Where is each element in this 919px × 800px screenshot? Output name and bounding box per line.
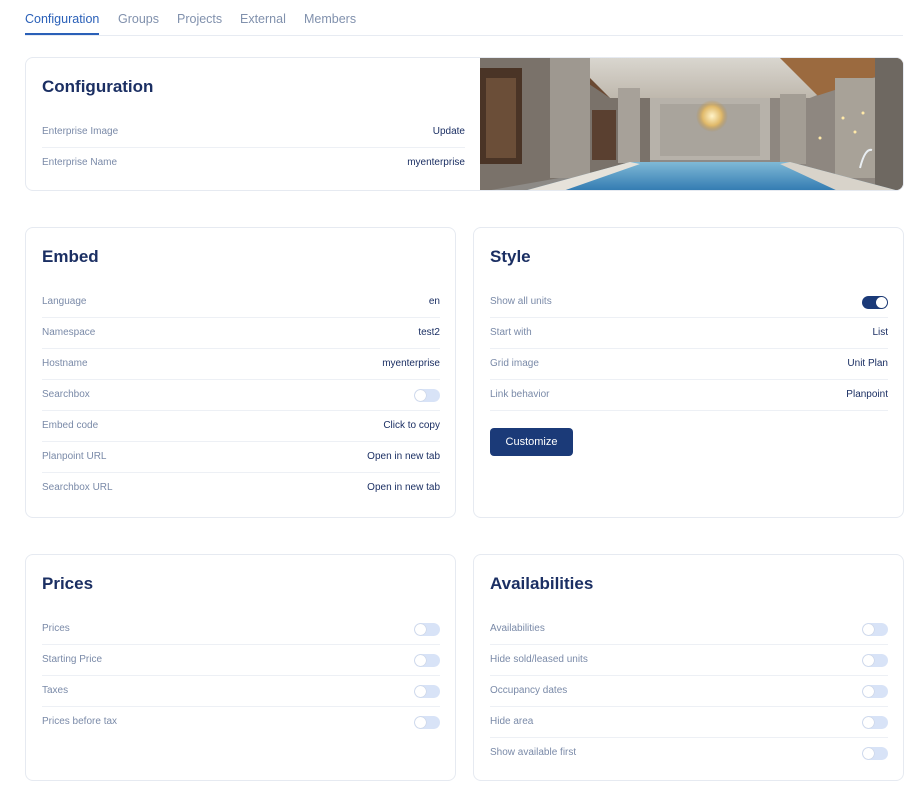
enterprise-image-label: Enterprise Image [42, 126, 119, 137]
planpoint-url-link[interactable]: Open in new tab [367, 451, 440, 462]
tab-groups[interactable]: Groups [118, 12, 159, 26]
configuration-title: Configuration [42, 77, 154, 96]
style-rows: Show all units Start with List Grid imag… [490, 287, 888, 411]
availabilities-title: Availabilities [490, 574, 594, 593]
embed-rows: Language en Namespace test2 Hostname mye… [42, 287, 440, 504]
tab-bar: Configuration Groups Projects External M… [25, 0, 903, 36]
hide-sold-leased-toggle[interactable] [862, 654, 888, 667]
start-with-label: Start with [490, 327, 532, 338]
namespace-label: Namespace [42, 327, 96, 338]
prices-rows: Prices Starting Price Taxes Prices befor… [42, 614, 440, 738]
show-available-first-toggle[interactable] [862, 747, 888, 760]
language-label: Language [42, 296, 87, 307]
prices-label: Prices [42, 623, 70, 634]
hide-area-toggle[interactable] [862, 716, 888, 729]
language-value[interactable]: en [429, 296, 440, 307]
prices-title: Prices [42, 574, 94, 593]
style-title: Style [490, 247, 531, 266]
taxes-label: Taxes [42, 685, 69, 696]
row-starting-price: Starting Price [42, 645, 440, 676]
update-image-link[interactable]: Update [433, 126, 465, 137]
row-enterprise-name: Enterprise Name myenterprise [42, 148, 465, 179]
tab-external[interactable]: External [240, 12, 286, 26]
prices-toggle[interactable] [414, 623, 440, 636]
availabilities-rows: Availabilities Hide sold/leased units Oc… [490, 614, 888, 769]
row-searchbox: Searchbox [42, 380, 440, 411]
embed-title: Embed [42, 247, 99, 266]
starting-price-toggle[interactable] [414, 654, 440, 667]
row-link-behavior: Link behavior Planpoint [490, 380, 888, 411]
tab-projects[interactable]: Projects [177, 12, 222, 26]
prices-card: Prices Prices Starting Price Taxes Price… [25, 554, 456, 781]
enterprise-image [480, 58, 903, 190]
link-behavior-label: Link behavior [490, 389, 550, 400]
row-start-with: Start with List [490, 318, 888, 349]
occupancy-dates-label: Occupancy dates [490, 685, 568, 696]
configuration-rows: Enterprise Image Update Enterprise Name … [42, 117, 465, 179]
row-grid-image: Grid image Unit Plan [490, 349, 888, 380]
copy-embed-code-link[interactable]: Click to copy [383, 420, 440, 431]
hostname-value[interactable]: myenterprise [382, 358, 440, 369]
enterprise-name-value[interactable]: myenterprise [407, 157, 465, 168]
row-prices-before-tax: Prices before tax [42, 707, 440, 738]
customize-button[interactable]: Customize [490, 428, 573, 456]
hostname-label: Hostname [42, 358, 88, 369]
show-available-first-label: Show available first [490, 747, 577, 758]
embed-code-label: Embed code [42, 420, 99, 431]
namespace-value[interactable]: test2 [418, 327, 440, 338]
show-all-units-toggle[interactable] [862, 296, 888, 309]
grid-image-label: Grid image [490, 358, 539, 369]
row-show-all-units: Show all units [490, 287, 888, 318]
row-hostname: Hostname myenterprise [42, 349, 440, 380]
tab-members[interactable]: Members [304, 12, 356, 26]
row-taxes: Taxes [42, 676, 440, 707]
taxes-toggle[interactable] [414, 685, 440, 698]
searchbox-url-label: Searchbox URL [42, 482, 113, 493]
row-enterprise-image: Enterprise Image Update [42, 117, 465, 148]
row-namespace: Namespace test2 [42, 318, 440, 349]
row-searchbox-url: Searchbox URL Open in new tab [42, 473, 440, 504]
searchbox-url-link[interactable]: Open in new tab [367, 482, 440, 493]
starting-price-label: Starting Price [42, 654, 103, 665]
enterprise-name-label: Enterprise Name [42, 157, 118, 168]
show-all-units-label: Show all units [490, 296, 552, 307]
searchbox-toggle[interactable] [414, 389, 440, 402]
row-language: Language en [42, 287, 440, 318]
link-behavior-value[interactable]: Planpoint [846, 389, 888, 400]
searchbox-label: Searchbox [42, 389, 90, 400]
row-prices: Prices [42, 614, 440, 645]
tab-configuration[interactable]: Configuration [25, 12, 100, 35]
style-card: Style Show all units Start with List Gri… [473, 227, 904, 518]
grid-image-value[interactable]: Unit Plan [847, 358, 888, 369]
occupancy-dates-toggle[interactable] [862, 685, 888, 698]
row-hide-sold-leased: Hide sold/leased units [490, 645, 888, 676]
embed-card: Embed Language en Namespace test2 Hostna… [25, 227, 456, 518]
row-occupancy-dates: Occupancy dates [490, 676, 888, 707]
configuration-card: Configuration Enterprise Image Update En… [25, 57, 904, 191]
start-with-value[interactable]: List [872, 327, 888, 338]
row-show-available-first: Show available first [490, 738, 888, 769]
row-planpoint-url: Planpoint URL Open in new tab [42, 442, 440, 473]
availabilities-card: Availabilities Availabilities Hide sold/… [473, 554, 904, 781]
hide-sold-leased-label: Hide sold/leased units [490, 654, 588, 665]
hide-area-label: Hide area [490, 716, 534, 727]
prices-before-tax-toggle[interactable] [414, 716, 440, 729]
prices-before-tax-label: Prices before tax [42, 716, 118, 727]
availabilities-toggle[interactable] [862, 623, 888, 636]
planpoint-url-label: Planpoint URL [42, 451, 107, 462]
row-hide-area: Hide area [490, 707, 888, 738]
availabilities-label: Availabilities [490, 623, 545, 634]
row-embed-code: Embed code Click to copy [42, 411, 440, 442]
row-availabilities: Availabilities [490, 614, 888, 645]
